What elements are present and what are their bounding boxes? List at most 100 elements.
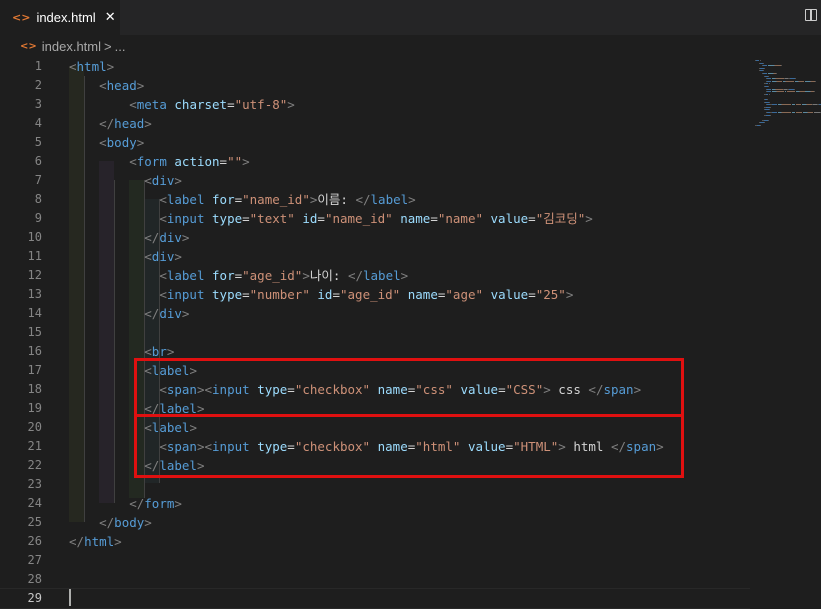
minimap-token bbox=[764, 67, 765, 69]
code-token: type bbox=[212, 211, 243, 226]
code-token: > bbox=[242, 154, 250, 169]
code-token: label bbox=[166, 268, 205, 283]
tab-index-html[interactable]: <> index.html ✕ bbox=[0, 0, 120, 35]
breadcrumb-file[interactable]: index.html bbox=[42, 39, 101, 54]
highlight-box-html-label bbox=[134, 414, 684, 478]
breadcrumb-more[interactable]: ... bbox=[115, 39, 126, 54]
code-token: label bbox=[166, 192, 205, 207]
highlight-box-css-label bbox=[134, 358, 684, 417]
code-token: > bbox=[287, 97, 295, 112]
code-line[interactable]: 10 </div> bbox=[0, 228, 750, 247]
line-code: </div> bbox=[69, 304, 189, 323]
minimap[interactable] bbox=[755, 57, 821, 147]
code-token: < bbox=[159, 287, 167, 302]
line-number: 8 bbox=[34, 192, 42, 206]
code-token: label bbox=[363, 268, 401, 283]
code-line[interactable]: 8 <label for="name_id">이름: </label> bbox=[0, 190, 750, 209]
code-line[interactable]: 4 </head> bbox=[0, 114, 750, 133]
minimap-token bbox=[767, 119, 769, 121]
code-token: = bbox=[227, 97, 235, 112]
code-line[interactable]: 25 </body> bbox=[0, 513, 750, 532]
code-token: < bbox=[129, 154, 137, 169]
code-token: < bbox=[129, 97, 137, 112]
line-number: 26 bbox=[27, 534, 42, 548]
minimap-token bbox=[781, 65, 783, 67]
line-number: 4 bbox=[34, 116, 42, 130]
code-token: label bbox=[370, 192, 409, 207]
code-token: 이름: bbox=[317, 192, 356, 207]
code-token: </ bbox=[99, 116, 115, 131]
code-token: "김코딩" bbox=[535, 211, 586, 226]
code-token: </ bbox=[355, 192, 371, 207]
code-line[interactable]: 12 <label for="age_id">나이: </label> bbox=[0, 266, 750, 285]
close-icon[interactable]: ✕ bbox=[105, 10, 116, 25]
line-code: </html> bbox=[69, 532, 122, 551]
tab-label: index.html bbox=[36, 10, 96, 25]
split-editor-icon[interactable] bbox=[805, 9, 817, 21]
code-line[interactable]: 3 <meta charset="utf-8"> bbox=[0, 95, 750, 114]
code-token: < bbox=[144, 344, 152, 359]
code-token: = bbox=[528, 287, 536, 302]
code-token: charset bbox=[174, 97, 228, 112]
code-token: "name" bbox=[437, 211, 483, 226]
code-line[interactable]: 13 <input type="number" id="age_id" name… bbox=[0, 285, 750, 304]
line-number: 22 bbox=[27, 458, 42, 472]
code-token: < bbox=[144, 173, 152, 188]
code-line[interactable]: 15 bbox=[0, 323, 750, 342]
line-number: 3 bbox=[34, 97, 42, 111]
code-token: "text" bbox=[249, 211, 295, 226]
code-line[interactable]: 11 <div> bbox=[0, 247, 750, 266]
code-token: > bbox=[106, 59, 115, 74]
minimap-token bbox=[776, 80, 782, 82]
code-token: < bbox=[159, 268, 167, 283]
code-token: = bbox=[234, 192, 243, 207]
current-line-highlight bbox=[0, 588, 750, 609]
code-line[interactable]: 1 <html> bbox=[0, 57, 750, 76]
line-number: 17 bbox=[27, 363, 42, 377]
code-line[interactable]: 5 <body> bbox=[0, 133, 750, 152]
code-token: = bbox=[430, 211, 438, 226]
code-token: for bbox=[212, 192, 235, 207]
line-number: 2 bbox=[34, 78, 42, 92]
code-line[interactable]: 2 <head> bbox=[0, 76, 750, 95]
code-token: form bbox=[136, 154, 167, 169]
code-line[interactable]: 7 <div> bbox=[0, 171, 750, 190]
code-token: < bbox=[69, 59, 77, 74]
minimap-token bbox=[763, 65, 767, 67]
code-token: action bbox=[174, 154, 220, 169]
code-line[interactable]: 6 <form action=""> bbox=[0, 152, 750, 171]
code-token: "age_id" bbox=[242, 268, 303, 283]
code-editor[interactable]: 1 <html> 2 <head> 3 <meta charset="utf-8"> 4… bbox=[0, 57, 821, 609]
code-line[interactable]: 26 </html> bbox=[0, 532, 750, 551]
code-line[interactable]: 9 <input type="text" id="name_id" name="… bbox=[0, 209, 750, 228]
code-line[interactable]: 28 bbox=[0, 570, 750, 589]
code-token: html bbox=[76, 59, 107, 74]
code-line[interactable]: 14 </div> bbox=[0, 304, 750, 323]
code-token: </ bbox=[69, 534, 85, 549]
line-number: 20 bbox=[27, 420, 42, 434]
code-token: input bbox=[166, 287, 205, 302]
minimap-token bbox=[767, 86, 769, 87]
code-line[interactable]: 27 bbox=[0, 551, 750, 570]
code-token: br bbox=[151, 344, 167, 359]
code-token: = bbox=[332, 287, 340, 302]
code-token: </ bbox=[347, 268, 363, 283]
code-token: id bbox=[302, 211, 318, 226]
code-line[interactable]: 24 </form> bbox=[0, 494, 750, 513]
code-token: < bbox=[99, 78, 107, 93]
code-token: > bbox=[302, 268, 310, 283]
